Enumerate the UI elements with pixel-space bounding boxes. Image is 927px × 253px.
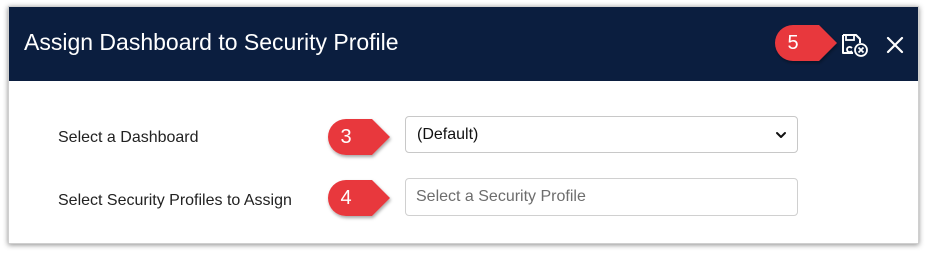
- save-cancel-button[interactable]: [841, 32, 869, 58]
- security-profiles-label: Select Security Profiles to Assign: [58, 192, 292, 209]
- save-cancel-icon: [842, 34, 868, 57]
- dashboard-select[interactable]: (Default): [405, 116, 798, 153]
- assign-dashboard-dialog: Assign Dashboard to Security Profile Sel…: [8, 6, 919, 244]
- security-profile-input[interactable]: [405, 178, 798, 216]
- dialog-title: Assign Dashboard to Security Profile: [24, 29, 399, 55]
- dashboard-label: Select a Dashboard: [58, 129, 199, 146]
- dialog-header: Assign Dashboard to Security Profile: [9, 7, 918, 81]
- chevron-down-icon: [776, 132, 786, 138]
- close-button[interactable]: [884, 34, 906, 56]
- close-icon: [886, 36, 904, 54]
- dashboard-select-value: (Default): [417, 126, 479, 143]
